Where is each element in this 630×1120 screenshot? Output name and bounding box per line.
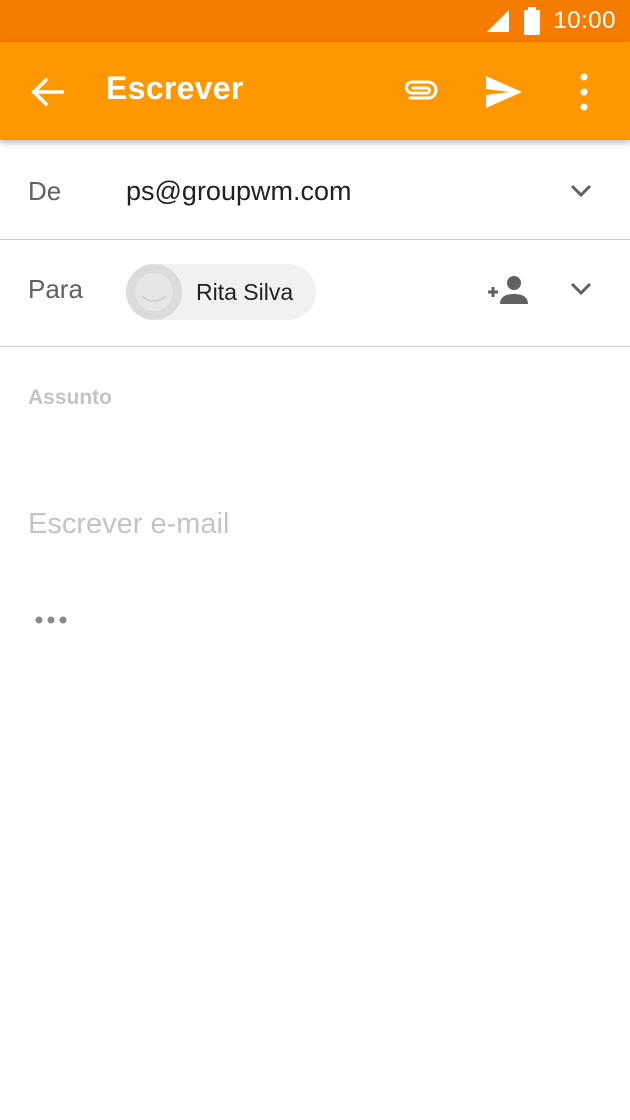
signal-icon [485, 8, 511, 34]
add-person-icon[interactable] [486, 270, 530, 310]
to-row: Para Rita Silva [0, 240, 630, 347]
paperclip-icon[interactable] [400, 72, 440, 112]
status-time: 10:00 [553, 7, 616, 34]
compose-body-input[interactable]: Escrever e-mail [28, 508, 229, 541]
chevron-down-icon[interactable] [566, 274, 596, 304]
recipient-chip[interactable]: Rita Silva [126, 264, 316, 320]
from-label: De [28, 176, 62, 206]
recipient-name: Rita Silva [196, 278, 294, 305]
more-horiz-icon[interactable] [34, 612, 68, 628]
send-icon[interactable] [484, 72, 524, 112]
to-label: Para [28, 274, 83, 304]
more-vert-icon[interactable] [572, 70, 596, 114]
app-bar: Escrever [0, 42, 630, 140]
avatar [126, 264, 182, 320]
from-row: De ps@groupwm.com [0, 140, 630, 240]
back-arrow-icon[interactable] [30, 76, 66, 108]
subject-input[interactable]: Assunto [28, 386, 112, 410]
from-address[interactable]: ps@groupwm.com [126, 176, 351, 207]
battery-icon [523, 7, 541, 35]
page-title: Escrever [106, 70, 244, 106]
status-bar: 10:00 [0, 0, 630, 42]
chevron-down-icon[interactable] [566, 176, 596, 206]
